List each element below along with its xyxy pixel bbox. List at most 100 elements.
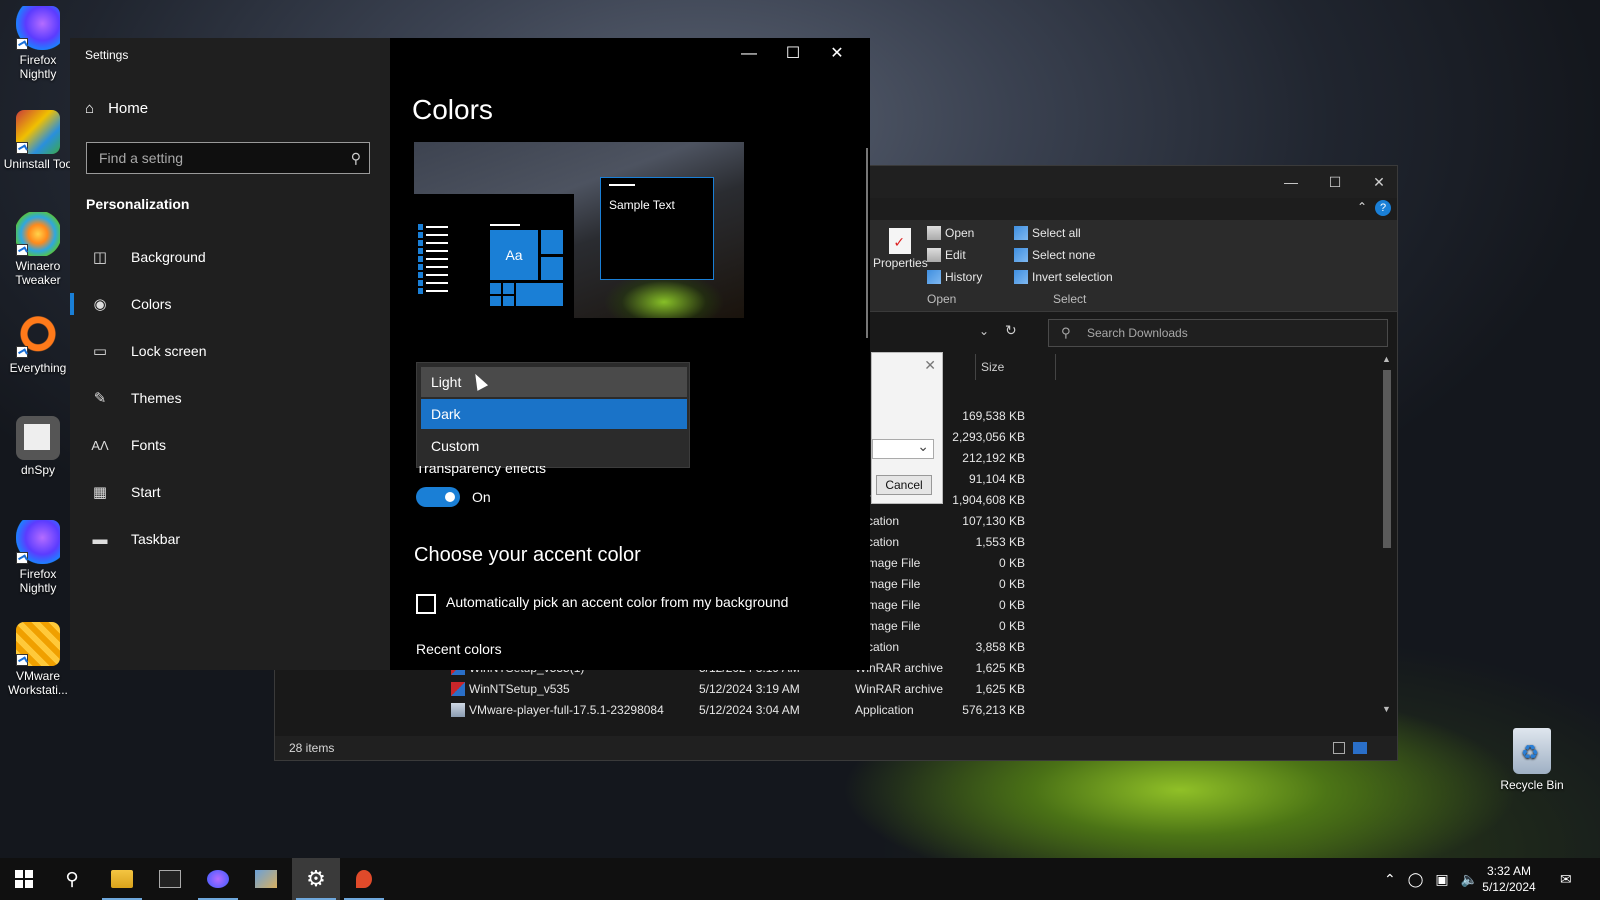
window-title: Settings [85,48,129,62]
details-view-icon[interactable] [1333,742,1345,754]
notification-center-button[interactable]: ✉ [1560,858,1572,900]
edit-label: Edit [945,248,966,262]
color-mode-option-dark[interactable]: Dark [421,399,687,429]
desktop-icon-label: VMware Workstati... [8,669,68,697]
maximize-icon[interactable]: ☐ [1325,172,1345,192]
desktop-icon-dnspy[interactable]: dnSpy [2,416,74,477]
auto-accent-checkbox[interactable] [416,594,436,614]
search-placeholder: Search Downloads [1087,326,1188,340]
close-icon[interactable]: ✕ [822,44,852,64]
cancel-button[interactable]: Cancel [876,475,932,495]
folder-icon [111,870,133,888]
taskbar-firefox-nightly[interactable] [194,858,242,900]
sidebar-item-lock-screen[interactable]: ▭ Lock screen [70,328,390,374]
search-downloads-input[interactable]: ⚲ Search Downloads [1048,319,1388,347]
chevron-down-icon[interactable]: ⌄ [979,324,989,338]
network-icon[interactable]: ▣ [1435,871,1448,888]
large-icons-view-icon[interactable] [1353,742,1367,754]
close-icon[interactable]: ✕ [924,357,936,374]
color-mode-dropdown[interactable]: Light Dark Custom [416,362,690,468]
sidebar-item-fonts[interactable]: AΛ Fonts [70,422,390,468]
settings-window[interactable]: Settings ⌂ Home Find a setting ⚲ Persona… [70,38,870,670]
color-mode-option-light[interactable]: Light [421,367,687,397]
sidebar-item-label: Background [131,249,206,265]
file-dialog[interactable]: ✕ Cancel [871,352,943,504]
file-size: 576,213 KB [962,703,1025,717]
taskbar-file-explorer[interactable] [98,858,146,900]
desktop-icon-label: Firefox Nightly [19,53,57,81]
desktop-icon-label: Firefox Nightly [19,567,57,595]
explorer-scrollbar[interactable]: ▲ ▼ [1381,354,1393,714]
sidebar-item-start[interactable]: ▦ Start [70,469,390,515]
taskbar-app[interactable] [242,858,290,900]
history-icon [927,270,941,284]
search-icon: ⚲ [65,868,79,889]
maximize-icon[interactable]: ☐ [778,44,808,64]
sidebar-item-label: Lock screen [131,343,207,359]
select-all-button[interactable]: Select all [1014,224,1081,242]
table-row[interactable]: WinNTSetup_v535 5/12/2024 3:19 AM WinRAR a… [275,679,1355,699]
properties-button[interactable]: ✓ Properties [873,228,928,288]
sidebar-item-taskbar[interactable]: ▬ Taskbar [70,516,390,562]
edit-button[interactable]: Edit [927,246,966,264]
minimize-icon[interactable]: — [1281,172,1301,192]
desktop-icon-everything[interactable]: Everything [2,314,74,375]
file-size: 212,192 KB [962,451,1025,465]
table-row[interactable]: VMware-player-full-17.5.1-23298084 5/12/2… [275,700,1355,720]
transparency-toggle[interactable] [416,487,460,507]
dialog-combo[interactable] [872,438,934,459]
scroll-up-icon[interactable]: ▲ [1382,354,1391,364]
desktop-icon-winaero-tweaker[interactable]: Winaero Tweaker [2,212,74,287]
sidebar-item-themes[interactable]: ✎ Themes [70,375,390,421]
select-all-icon [1014,226,1028,240]
desktop-icon-uninstall-tool[interactable]: Uninstall Too [2,110,74,171]
volume-muted-icon[interactable]: 🔈 [1461,871,1478,888]
close-icon[interactable]: ✕ [1369,172,1389,192]
edit-icon [927,248,941,262]
color-mode-option-custom[interactable]: Custom [421,431,687,461]
chevron-up-icon[interactable]: ⌃ [1384,871,1396,888]
desktop-icon-recycle-bin[interactable]: Recycle Bin [1496,728,1568,792]
find-setting-placeholder: Find a setting [99,150,184,166]
search-button[interactable]: ⚲ [48,858,96,900]
start-button[interactable] [0,858,48,900]
scrollbar-thumb[interactable] [1383,370,1391,548]
select-none-label: Select none [1032,248,1096,262]
open-button[interactable]: Open [927,224,974,242]
auto-accent-label[interactable]: Automatically pick an accent color from … [446,594,788,610]
search-icon: ⚲ [1061,325,1071,340]
sidebar-item-background[interactable]: ◫ Background [70,234,390,280]
history-button[interactable]: History [927,268,982,286]
preview-menu-lines [418,220,450,294]
minimize-icon[interactable]: — [734,44,764,64]
desktop-icon-firefox-nightly-2[interactable]: Firefox Nightly [2,520,74,595]
scroll-down-icon[interactable]: ▼ [1382,704,1391,714]
invert-selection-button[interactable]: Invert selection [1014,268,1113,286]
file-size: 91,104 KB [968,472,1025,486]
refresh-icon[interactable]: ↻ [1005,322,1017,339]
clock-date: 5/12/2024 [1482,880,1536,894]
home-nav-item[interactable]: ⌂ Home [85,100,148,117]
sidebar-item-colors[interactable]: ◉ Colors [70,281,390,327]
find-setting-input[interactable]: Find a setting ⚲ [86,142,370,174]
sidebar-item-label: Start [131,484,161,500]
taskbar-terminal[interactable] [146,858,194,900]
section-heading: Personalization [86,196,190,212]
wrench-icon [255,870,277,888]
file-size: 1,904,608 KB [952,493,1025,507]
desktop-icon-vmware[interactable]: VMware Workstati... [2,622,74,697]
picture-icon: ◫ [92,249,108,266]
taskbar-settings[interactable]: ⚙ [292,858,340,900]
desktop-icon-firefox-nightly[interactable]: Firefox Nightly [2,6,74,81]
file-name: VMware-player-full-17.5.1-23298084 [469,703,664,717]
select-none-button[interactable]: Select none [1014,246,1095,264]
content-scrollbar[interactable] [866,148,868,338]
taskbar-app-2[interactable] [340,858,388,900]
size-header-label: Size [981,360,1005,374]
help-icon[interactable]: ? [1375,200,1391,216]
app-tray-icon[interactable]: ◯ [1408,871,1424,888]
balloon-icon [356,870,372,888]
file-size: 1,625 KB [975,682,1025,696]
clock[interactable]: 3:32 AM 5/12/2024 [1478,863,1540,895]
chevron-up-icon[interactable]: ⌃ [1357,200,1367,214]
